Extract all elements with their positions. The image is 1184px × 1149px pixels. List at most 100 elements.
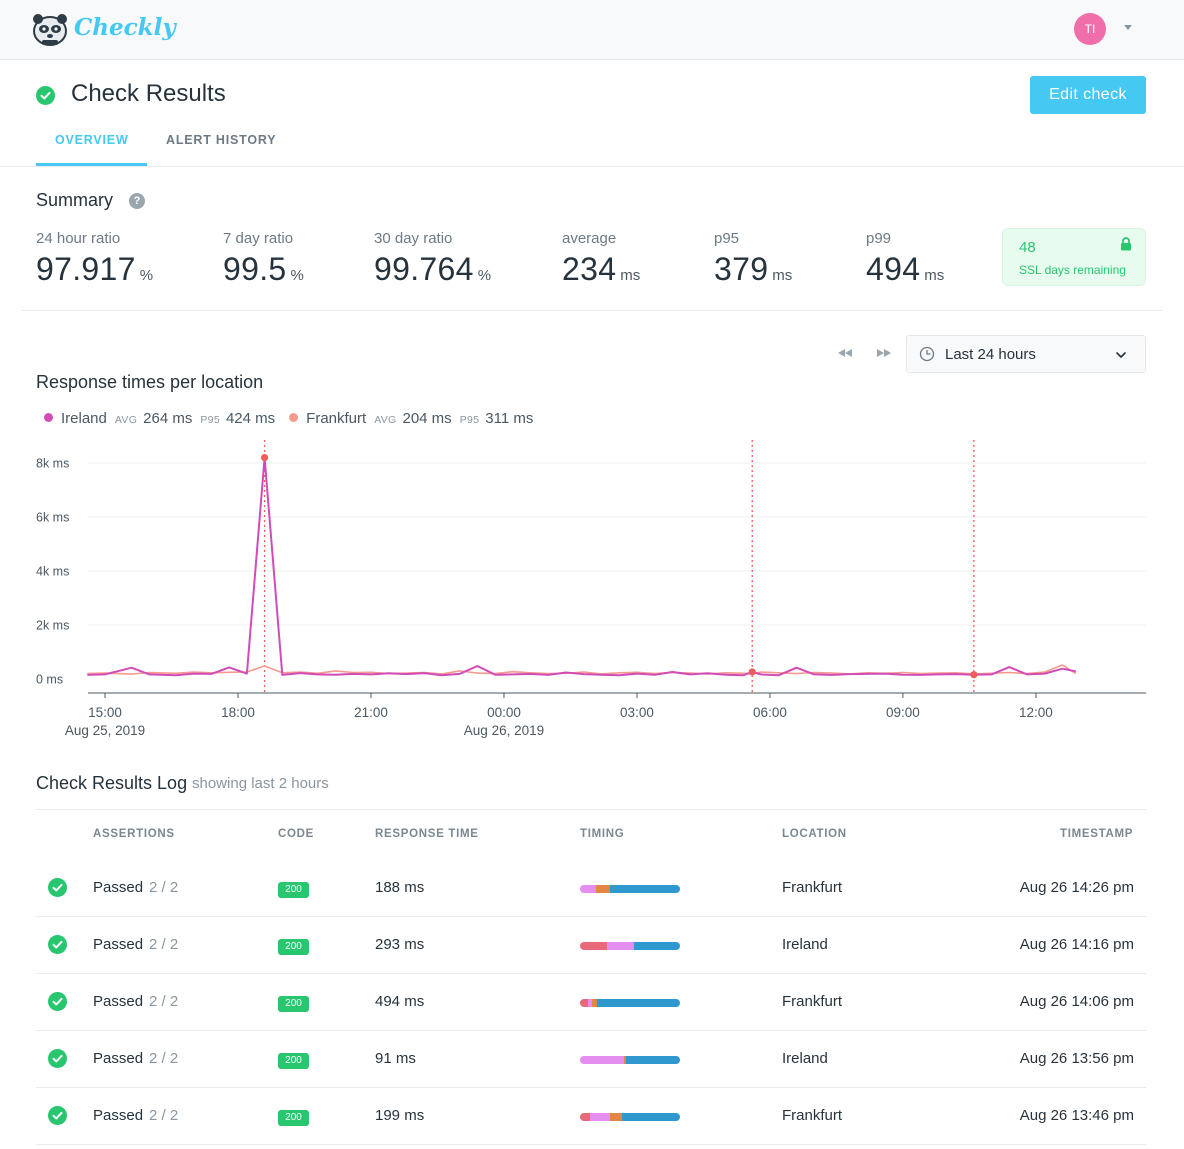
timestamp: Aug 26 14:26 pm xyxy=(1019,879,1134,896)
summary-divider xyxy=(22,310,1162,311)
timing-segment xyxy=(610,885,680,893)
timing-segment xyxy=(580,999,588,1007)
stat-unit: % xyxy=(139,267,154,284)
x-tick-sublabel: Aug 25, 2019 xyxy=(65,723,145,738)
stat-value: 99.5 xyxy=(223,251,287,287)
timing-segment xyxy=(580,885,596,893)
timing-segment xyxy=(626,1056,680,1064)
stat-value: 99.764 xyxy=(374,251,474,287)
column-header-response-time: RESPONSE TIME xyxy=(375,828,479,840)
stat-label: 7 day ratio xyxy=(223,230,294,247)
legend-name[interactable]: Ireland xyxy=(61,410,107,427)
legend-avg-tag: AVG xyxy=(374,414,397,426)
timestamp: Aug 26 14:16 pm xyxy=(1019,936,1134,953)
x-tick-label: 21:00 xyxy=(354,705,388,720)
column-header-timing: TIMING xyxy=(580,828,625,840)
stat-label: 30 day ratio xyxy=(374,230,453,247)
edit-check-button[interactable]: Edit check xyxy=(1030,76,1146,114)
y-tick-label: 8k ms xyxy=(36,457,69,471)
timing-segment xyxy=(597,999,680,1007)
timing-segment xyxy=(596,885,610,893)
table-row[interactable]: Passed 2 / 2 200 188 ms Frankfurt Aug 26 14:2… xyxy=(36,860,1146,917)
legend-name[interactable]: Frankfurt xyxy=(306,410,366,427)
assertion-status: Passed xyxy=(93,879,144,896)
log-divider xyxy=(36,809,1146,810)
location: Frankfurt xyxy=(782,879,843,896)
x-tick-label: 15:00 xyxy=(88,705,122,720)
stat-p95: p95 379 ms xyxy=(714,230,792,288)
table-row[interactable]: Passed 2 / 2 200 293 ms Ireland Aug 26 14:16 … xyxy=(36,917,1146,974)
lock-icon xyxy=(1121,237,1131,251)
response-time: 199 ms xyxy=(375,1107,425,1124)
table-row[interactable]: Passed 2 / 2 200 199 ms Frankfurt Aug 26 13:4… xyxy=(36,1088,1146,1145)
chart-title: Response times per location xyxy=(36,372,264,392)
timing-segment xyxy=(580,1056,624,1064)
timing-segment xyxy=(580,942,607,950)
fast-forward-icon[interactable] xyxy=(875,346,893,360)
stat-value: 379 xyxy=(714,251,769,287)
user-avatar[interactable]: TI xyxy=(1074,13,1106,45)
chart-legend: Ireland AVG 264 ms P95 424 ms Frankfurt AVG 204… xyxy=(44,410,533,427)
location: Ireland xyxy=(782,936,828,953)
timing-segment xyxy=(622,1113,680,1121)
user-menu-chevron-down-icon[interactable] xyxy=(1124,25,1132,30)
y-tick-label: 2k ms xyxy=(36,619,69,633)
response-time-chart[interactable]: 0 ms 2k ms 4k ms 6k ms 8k ms 15:00 Aug 25, 201… xyxy=(0,436,1184,756)
checkly-raccoon-logo[interactable] xyxy=(32,13,68,47)
check-passed-icon xyxy=(48,992,67,1011)
app-name[interactable]: Checkly xyxy=(74,14,176,41)
x-tick-label: 12:00 xyxy=(1019,705,1053,720)
timing-segment xyxy=(580,1113,590,1121)
stat-label: average xyxy=(562,230,617,247)
assertion-count: 2 / 2 xyxy=(149,1050,179,1067)
check-passed-icon xyxy=(48,1106,67,1125)
response-time: 494 ms xyxy=(375,993,425,1010)
series-line-ireland xyxy=(87,456,1076,677)
legend-avg: 264 ms xyxy=(143,410,193,427)
table-row[interactable]: Passed 2 / 2 200 91 ms Ireland Aug 26 13:56 p… xyxy=(36,1031,1146,1088)
assertion-status: Passed xyxy=(93,1107,144,1124)
column-header-code: CODE xyxy=(278,828,315,840)
stat-label: p95 xyxy=(714,230,740,247)
stat-value: 494 xyxy=(866,251,921,287)
y-tick-label: 4k ms xyxy=(36,565,69,579)
ssl-days-value: 48 xyxy=(1019,239,1036,256)
failure-point xyxy=(970,671,978,679)
status-code-badge: 200 xyxy=(278,1110,309,1126)
ssl-days-card[interactable]: 48 SSL days remaining xyxy=(1002,228,1146,286)
status-check-icon xyxy=(36,86,55,105)
location: Frankfurt xyxy=(782,1107,843,1124)
help-icon[interactable]: ? xyxy=(129,193,145,209)
rewind-icon[interactable] xyxy=(836,346,854,360)
assertion-status: Passed xyxy=(93,1050,144,1067)
timestamp: Aug 26 13:46 pm xyxy=(1019,1107,1134,1124)
stat-30-day-ratio: 30 day ratio 99.764% xyxy=(374,230,491,288)
stat-unit: % xyxy=(290,267,304,284)
timestamp: Aug 26 13:56 pm xyxy=(1019,1050,1134,1067)
legend-dot-ireland xyxy=(44,413,53,422)
legend-p95-tag: P95 xyxy=(200,414,220,426)
timing-segment xyxy=(634,942,680,950)
timing-segment xyxy=(610,1113,622,1121)
status-code-badge: 200 xyxy=(278,1053,309,1069)
stat-average: average 234 ms xyxy=(562,230,640,288)
stat-7-day-ratio: 7 day ratio 99.5% xyxy=(223,230,304,288)
log-subtitle: showing last 2 hours xyxy=(192,775,329,792)
legend-avg: 204 ms xyxy=(402,410,452,427)
x-tick-sublabel: Aug 26, 2019 xyxy=(464,723,544,738)
tab-alert-history[interactable]: ALERT HISTORY xyxy=(166,133,276,147)
assertion-count: 2 / 2 xyxy=(149,993,179,1010)
time-range-select[interactable]: Last 24 hours xyxy=(906,335,1146,373)
failure-point xyxy=(260,454,269,462)
page-title: Check Results xyxy=(71,80,226,107)
table-row[interactable]: Passed 2 / 2 200 494 ms Frankfurt Aug 26 14:0… xyxy=(36,974,1146,1031)
status-code-badge: 200 xyxy=(278,939,309,955)
tab-overview[interactable]: OVERVIEW xyxy=(55,133,129,147)
column-header-location: LOCATION xyxy=(782,828,847,840)
timing-bar xyxy=(580,999,680,1007)
timing-bar xyxy=(580,942,680,950)
clock-icon xyxy=(919,346,935,362)
timing-bar xyxy=(580,1056,680,1064)
assertion-count: 2 / 2 xyxy=(149,936,179,953)
ssl-days-label: SSL days remaining xyxy=(1019,263,1126,277)
